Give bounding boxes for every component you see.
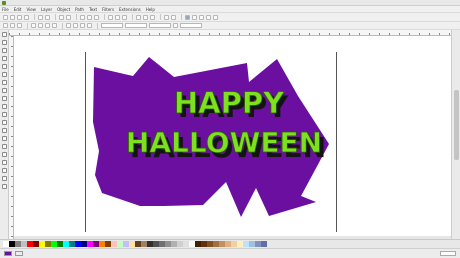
toolbar-separator bbox=[181, 14, 182, 20]
toolbar-separator bbox=[97, 22, 98, 29]
selector-tool-icon[interactable] bbox=[1, 32, 7, 37]
paste-button[interactable] bbox=[94, 14, 99, 20]
toolbar-separator bbox=[27, 22, 28, 29]
raise-button[interactable] bbox=[73, 23, 78, 28]
redo-button[interactable] bbox=[66, 14, 71, 20]
tool-controls-bar bbox=[0, 22, 460, 30]
text-tool-icon[interactable] bbox=[1, 136, 7, 141]
align-distribute-button[interactable] bbox=[206, 14, 211, 20]
new-document-button[interactable] bbox=[3, 14, 8, 20]
spray-tool-icon[interactable] bbox=[1, 144, 7, 149]
text-font-button[interactable] bbox=[192, 14, 197, 20]
ruler-ticks bbox=[11, 36, 13, 239]
commands-toolbar bbox=[0, 13, 460, 22]
flip-vertical-button[interactable] bbox=[52, 23, 57, 28]
export-button[interactable] bbox=[45, 14, 50, 20]
width-field[interactable] bbox=[149, 23, 171, 28]
lock-icon[interactable] bbox=[173, 23, 178, 28]
stroke-indicator[interactable] bbox=[15, 251, 23, 256]
measure-tool-icon[interactable] bbox=[1, 64, 7, 69]
status-bar bbox=[0, 248, 460, 258]
cut-button[interactable] bbox=[87, 14, 92, 20]
preferences-button[interactable] bbox=[213, 14, 218, 20]
menu-filters[interactable]: Filters bbox=[102, 7, 114, 12]
eraser-tool-icon[interactable] bbox=[1, 152, 7, 157]
zoom-drawing-button[interactable] bbox=[115, 14, 120, 20]
zoom-page-button[interactable] bbox=[122, 14, 127, 20]
bucket-tool-icon[interactable] bbox=[1, 160, 7, 165]
unlink-clone-button[interactable] bbox=[150, 14, 155, 20]
toolbar-separator bbox=[34, 14, 35, 20]
toolbar-separator bbox=[76, 14, 77, 20]
toolbar-separator bbox=[55, 14, 56, 20]
rotate-ccw-button[interactable] bbox=[31, 23, 36, 28]
copy-button[interactable] bbox=[80, 14, 85, 20]
flip-horizontal-button[interactable] bbox=[45, 23, 50, 28]
duplicate-button[interactable] bbox=[136, 14, 141, 20]
rotate-cw-button[interactable] bbox=[38, 23, 43, 28]
palette-swatch[interactable] bbox=[261, 241, 267, 247]
ellipse-tool-icon[interactable] bbox=[1, 88, 7, 93]
height-field[interactable] bbox=[180, 23, 202, 28]
import-button[interactable] bbox=[38, 14, 43, 20]
toolbox bbox=[0, 30, 9, 239]
select-all-button[interactable] bbox=[3, 23, 8, 28]
pencil-tool-icon[interactable] bbox=[1, 112, 7, 117]
ungroup-button[interactable] bbox=[171, 14, 176, 20]
rectangle-tool-icon[interactable] bbox=[1, 72, 7, 77]
menu-text[interactable]: Text bbox=[89, 7, 97, 12]
color-palette bbox=[0, 239, 460, 248]
save-button[interactable] bbox=[17, 14, 22, 20]
spiral-tool-icon[interactable] bbox=[1, 104, 7, 109]
fill-indicator[interactable] bbox=[4, 251, 12, 256]
zoom-field[interactable] bbox=[440, 251, 456, 256]
menu-file[interactable]: File bbox=[2, 7, 9, 12]
vertical-scrollbar[interactable] bbox=[451, 30, 460, 239]
app-icon bbox=[2, 0, 6, 5]
tweak-tool-icon[interactable] bbox=[1, 48, 7, 53]
star-tool-icon[interactable] bbox=[1, 96, 7, 101]
menu-edit[interactable]: Edit bbox=[14, 7, 22, 12]
connector-tool-icon[interactable] bbox=[1, 184, 7, 189]
clone-button[interactable] bbox=[143, 14, 148, 20]
toolbar-separator bbox=[62, 22, 63, 29]
gradient-tool-icon[interactable] bbox=[1, 168, 7, 173]
toolbar-separator bbox=[160, 14, 161, 20]
happy-text[interactable]: HAPPY bbox=[173, 86, 285, 121]
pen-tool-icon[interactable] bbox=[1, 120, 7, 125]
menu-path[interactable]: Path bbox=[75, 7, 84, 12]
halloween-artwork[interactable]: HAPPY HAPPY HALLOWEEN HALLOWEEN bbox=[14, 36, 451, 239]
undo-button[interactable] bbox=[59, 14, 64, 20]
x-field[interactable] bbox=[101, 23, 123, 28]
menu-layer[interactable]: Layer bbox=[41, 7, 52, 12]
menu-extensions[interactable]: Extensions bbox=[119, 7, 141, 12]
xml-editor-button[interactable] bbox=[199, 14, 204, 20]
menu-help[interactable]: Help bbox=[146, 7, 155, 12]
halloween-text[interactable]: HALLOWEEN bbox=[126, 126, 323, 160]
raise-to-top-button[interactable] bbox=[66, 23, 71, 28]
node-tool-icon[interactable] bbox=[1, 40, 7, 45]
lower-button[interactable] bbox=[80, 23, 85, 28]
zoom-tool-icon[interactable] bbox=[1, 56, 7, 61]
dropper-tool-icon[interactable] bbox=[1, 176, 7, 181]
ruler-ticks bbox=[9, 33, 451, 35]
print-button[interactable] bbox=[24, 14, 29, 20]
open-button[interactable] bbox=[10, 14, 15, 20]
zoom-selection-button[interactable] bbox=[108, 14, 113, 20]
toolbar-separator bbox=[132, 14, 133, 20]
y-field[interactable] bbox=[125, 23, 147, 28]
select-all-layers-button[interactable] bbox=[10, 23, 15, 28]
box3d-tool-icon[interactable] bbox=[1, 80, 7, 85]
lower-to-bottom-button[interactable] bbox=[87, 23, 92, 28]
fill-stroke-button[interactable] bbox=[185, 14, 190, 20]
menu-view[interactable]: View bbox=[26, 7, 36, 12]
menu-object[interactable]: Object bbox=[57, 7, 70, 12]
drawing-canvas[interactable]: HAPPY HAPPY HALLOWEEN HALLOWEEN bbox=[14, 36, 451, 239]
group-button[interactable] bbox=[164, 14, 169, 20]
calligraphy-tool-icon[interactable] bbox=[1, 128, 7, 133]
scrollbar-thumb[interactable] bbox=[454, 90, 459, 160]
menu-bar: File Edit View Layer Object Path Text Fi… bbox=[0, 6, 460, 13]
toolbar-separator bbox=[104, 14, 105, 20]
deselect-button[interactable] bbox=[17, 23, 22, 28]
